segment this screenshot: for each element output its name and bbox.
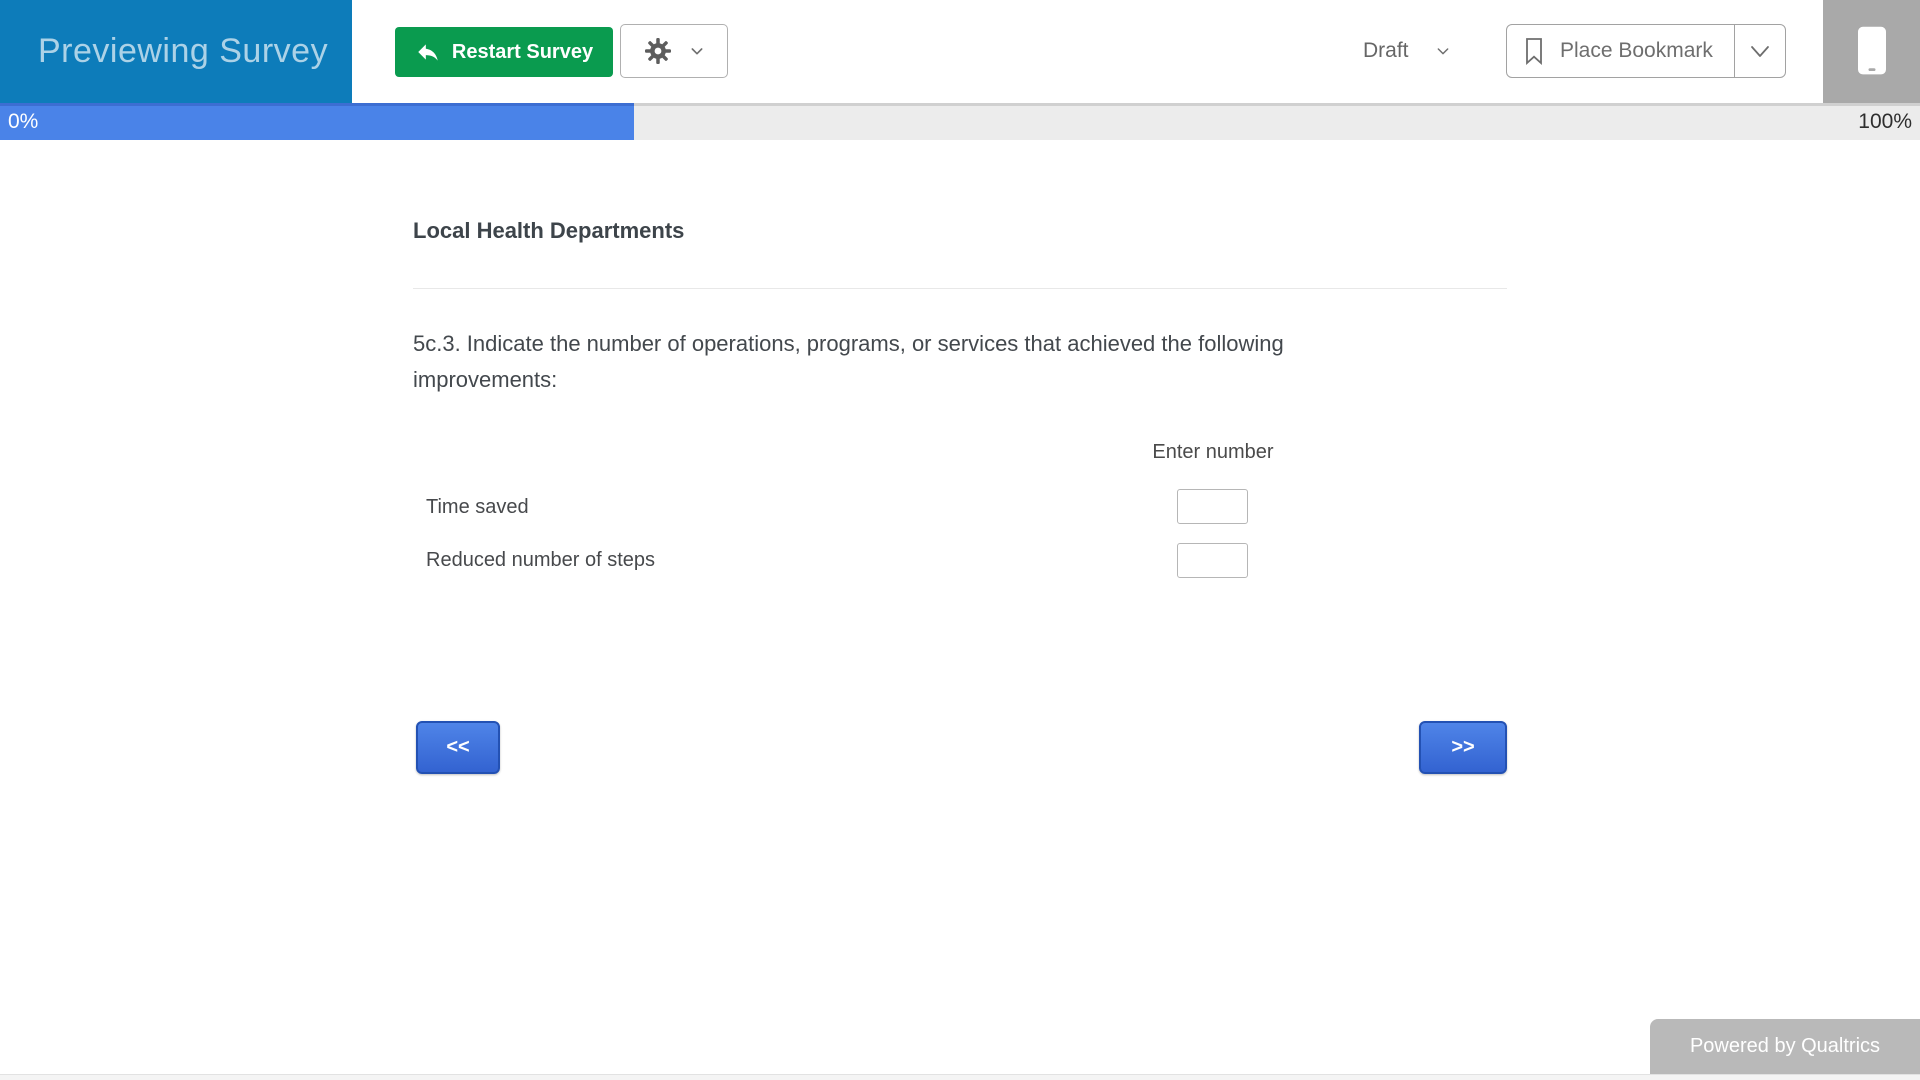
- preview-mode-banner: Previewing Survey: [0, 0, 352, 103]
- place-bookmark-split-button: Place Bookmark: [1506, 24, 1786, 78]
- mobile-preview-toggle[interactable]: [1823, 0, 1920, 103]
- progress-current-label: 0%: [8, 109, 39, 133]
- time-saved-number-input[interactable]: [1177, 489, 1248, 524]
- survey-preview-page: Previewing Survey Restart Survey Draft P…: [0, 0, 1920, 1080]
- question-text: 5c.3. Indicate the number of operations,…: [413, 331, 1284, 392]
- powered-by-label: Powered by Qualtrics: [1689, 1035, 1881, 1057]
- matrix-row-label: Reduced number of steps: [426, 549, 656, 571]
- survey-block-title: Local Health Departments: [413, 218, 685, 243]
- preview-mode-label: Previewing Survey: [38, 32, 329, 70]
- chevron-down-icon: [1748, 39, 1772, 63]
- progress-max-label: 100%: [1858, 109, 1912, 133]
- previous-page-button[interactable]: <<: [416, 721, 500, 774]
- title-divider: [413, 288, 1507, 289]
- matrix-row-label: Time saved: [426, 496, 529, 518]
- place-bookmark-label: Place Bookmark: [1560, 39, 1713, 62]
- survey-content: Local Health Departments 5c.3. Indicate …: [413, 0, 1507, 1080]
- bottom-edge-strip: [0, 1074, 1920, 1080]
- answer-column-header: Enter number: [1152, 441, 1274, 463]
- place-bookmark-button[interactable]: Place Bookmark: [1507, 25, 1735, 77]
- bookmark-menu-toggle[interactable]: [1735, 25, 1785, 77]
- next-page-button[interactable]: >>: [1419, 721, 1507, 774]
- powered-by-qualtrics-badge[interactable]: Powered by Qualtrics: [1650, 1019, 1920, 1074]
- mobile-phone-icon: [1852, 24, 1892, 80]
- reduced-steps-number-input[interactable]: [1177, 543, 1248, 578]
- bookmark-icon: [1522, 37, 1546, 65]
